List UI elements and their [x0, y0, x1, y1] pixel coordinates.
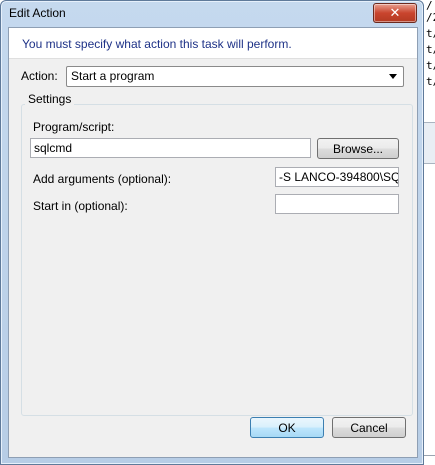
- background-text-line: t/: [426, 27, 435, 40]
- close-icon: ✕: [389, 5, 401, 20]
- action-dropdown-value: Start a program: [71, 69, 155, 83]
- chevron-down-icon: [389, 74, 397, 79]
- close-button[interactable]: ✕: [373, 3, 417, 23]
- arguments-input[interactable]: -S LANCO-394800\SQLEX: [275, 167, 399, 187]
- edit-action-dialog: Edit Action ✕ You must specify what acti…: [0, 0, 424, 465]
- window-title: Edit Action: [9, 6, 66, 20]
- action-label: Action:: [21, 69, 58, 83]
- ok-button-label: OK: [278, 420, 296, 435]
- cancel-button-label: Cancel: [350, 420, 388, 435]
- title-bar[interactable]: Edit Action ✕: [1, 1, 423, 25]
- settings-title: Settings: [25, 92, 75, 106]
- start-in-label: Start in (optional):: [33, 199, 128, 213]
- action-dropdown[interactable]: Start a program: [66, 66, 404, 87]
- background-text-line: /2: [426, 11, 435, 24]
- browse-button-label: Browse...: [332, 141, 383, 156]
- start-in-input[interactable]: [275, 194, 399, 214]
- arguments-label: Add arguments (optional):: [33, 172, 172, 186]
- browse-button[interactable]: Browse...: [317, 138, 399, 159]
- cancel-button[interactable]: Cancel: [332, 417, 406, 438]
- background-divider: [424, 455, 435, 456]
- ok-button[interactable]: OK: [250, 417, 324, 438]
- background-text-line: t/: [426, 75, 435, 88]
- instruction-text: You must specify what action this task w…: [22, 37, 292, 51]
- instruction-area: You must specify what action this task w…: [9, 28, 417, 59]
- background-text-line: t/: [426, 43, 435, 56]
- arguments-value: -S LANCO-394800\SQLEX: [279, 170, 399, 184]
- program-script-value: sqlcmd: [34, 141, 73, 155]
- background-panel: [424, 122, 435, 164]
- background-text-line: t/: [426, 59, 435, 72]
- program-script-input[interactable]: sqlcmd: [30, 138, 311, 158]
- background-window-fragment: / /2 t/ t/ t/ t/: [424, 0, 435, 465]
- program-script-label: Program/script:: [33, 120, 115, 134]
- dialog-client-area: You must specify what action this task w…: [8, 27, 418, 458]
